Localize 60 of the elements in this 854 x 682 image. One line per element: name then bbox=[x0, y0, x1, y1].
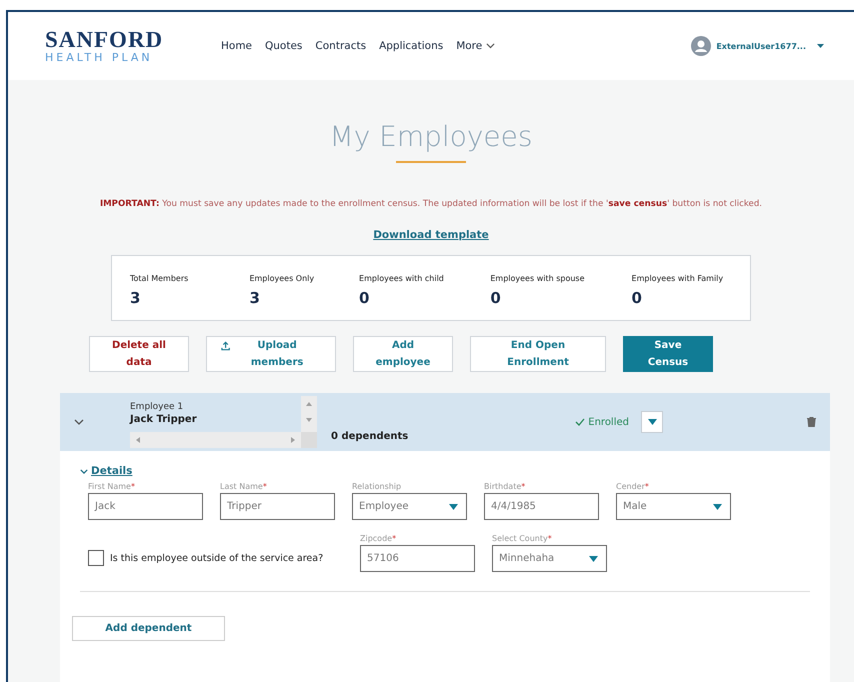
avatar-icon[interactable] bbox=[691, 36, 712, 56]
caret-icon bbox=[648, 419, 656, 425]
stat-value: 0 bbox=[490, 289, 501, 307]
employee-number: Employee 1 bbox=[130, 402, 184, 412]
user-name[interactable]: ExternalUser1677... bbox=[716, 42, 806, 50]
input-field[interactable]: 57106 bbox=[360, 545, 475, 572]
nav-link[interactable]: Home bbox=[221, 40, 252, 52]
field-label: Select County* bbox=[492, 534, 553, 543]
trash-icon[interactable] bbox=[807, 417, 816, 427]
caret-icon[interactable] bbox=[817, 44, 824, 48]
upload-icon bbox=[221, 341, 230, 351]
check-icon bbox=[575, 418, 586, 426]
nav-link[interactable]: Applications bbox=[379, 40, 444, 52]
field-label: Last Name* bbox=[220, 482, 268, 491]
field-label: Zipcode* bbox=[360, 534, 398, 543]
details-link[interactable]: Details bbox=[80, 465, 830, 477]
field-label: Birthdate* bbox=[484, 482, 526, 491]
chevron-down-icon bbox=[80, 468, 88, 474]
nav-link[interactable]: Contracts bbox=[315, 40, 366, 52]
employee-name: Jack Tripper bbox=[130, 414, 198, 425]
action-button[interactable]: Delete all data bbox=[89, 336, 189, 372]
status-dropdown[interactable] bbox=[641, 411, 663, 433]
select-field[interactable]: Employee bbox=[352, 493, 467, 520]
field-label: Cender* bbox=[616, 482, 650, 491]
stat-value: 3 bbox=[130, 289, 140, 307]
notice-text: IMPORTANT: You must save any updates made to the enrollment census. The updated information will be lost if the 'save census' button is not clicked. bbox=[100, 199, 762, 209]
chevron-down-icon bbox=[486, 43, 496, 49]
caret-icon bbox=[589, 556, 598, 562]
input-field[interactable]: Jack bbox=[88, 493, 203, 520]
stat-label: Employees with Family bbox=[632, 274, 724, 283]
outside-area-checkbox[interactable]: Is this employee outside of the service area? bbox=[88, 550, 343, 566]
nav-link[interactable]: Quotes bbox=[265, 40, 302, 52]
stat-value: 0 bbox=[359, 289, 370, 307]
action-button[interactable]: Upload members bbox=[206, 336, 336, 372]
stat-value: 0 bbox=[632, 289, 642, 307]
stat-label: Employees with child bbox=[359, 274, 445, 283]
expand-toggle[interactable] bbox=[74, 419, 84, 425]
action-button[interactable]: Save Census bbox=[623, 336, 713, 372]
page-title: My Employees bbox=[330, 120, 532, 153]
input-field[interactable]: 4/4/1985 bbox=[484, 493, 599, 520]
input-field[interactable]: Tripper bbox=[220, 493, 335, 520]
caret-icon bbox=[449, 504, 458, 510]
stat-value: 3 bbox=[249, 289, 260, 307]
select-field[interactable]: Minnehaha bbox=[492, 545, 607, 572]
caret-icon bbox=[713, 504, 722, 510]
action-button[interactable]: Add employee bbox=[353, 336, 453, 372]
download-link[interactable]: Download template bbox=[373, 229, 489, 241]
stat-label: Employees with spouse bbox=[490, 274, 586, 283]
add-dependent-button[interactable]: Add dependent bbox=[72, 616, 225, 641]
select-field[interactable]: Male bbox=[616, 493, 731, 520]
stat-label: Employees Only bbox=[249, 274, 316, 283]
chevron-down-icon bbox=[74, 419, 84, 425]
status-text: Enrolled bbox=[575, 416, 629, 428]
field-label: Relationship bbox=[352, 482, 402, 491]
action-button[interactable]: End Open Enrollment bbox=[470, 336, 606, 372]
dependents-count: 0 dependents bbox=[331, 430, 408, 442]
logo[interactable]: SANFORD HEALTH PLAN bbox=[45, 28, 221, 64]
stat-label: Total Members bbox=[130, 274, 190, 283]
field-label: First Name* bbox=[88, 482, 136, 491]
nav-link[interactable]: More bbox=[456, 40, 496, 52]
